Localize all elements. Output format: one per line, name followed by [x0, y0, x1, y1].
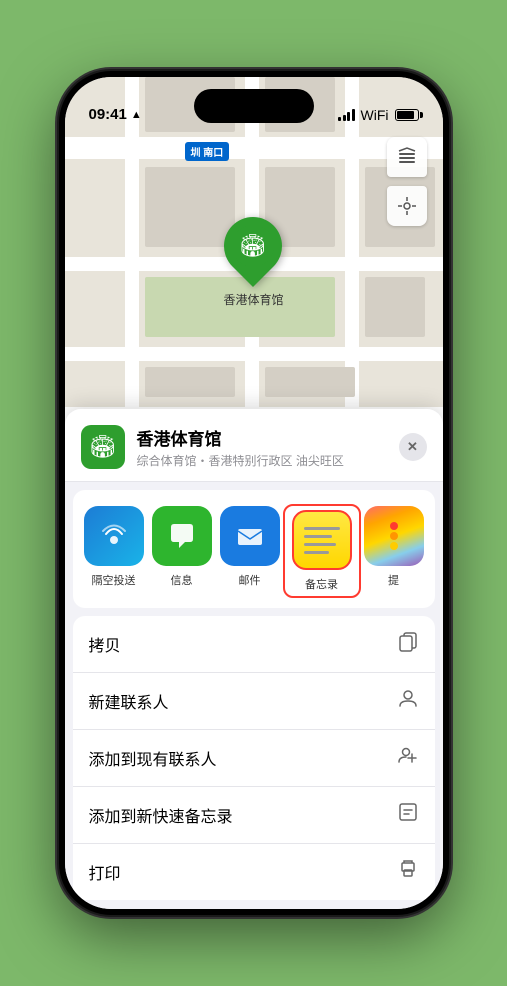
map-controls [387, 137, 427, 226]
battery-icon [395, 109, 419, 121]
print-label: 打印 [89, 860, 121, 884]
add-notes-label: 添加到新快速备忘录 [89, 803, 233, 827]
new-contact-label: 新建联系人 [89, 689, 169, 713]
map-area[interactable]: 圳 南口 🏟 香港体育馆 [65, 77, 443, 457]
phone-screen: 09:41 ▲ WiFi [65, 77, 443, 909]
location-name: 香港体育馆 [137, 425, 387, 450]
dynamic-island [194, 89, 314, 123]
action-list: 拷贝 新建联系人 [73, 616, 435, 900]
metro-label-text: 南口 [203, 148, 223, 159]
airdrop-icon [84, 506, 144, 566]
map-pin: 🏟 香港体育馆 [223, 217, 283, 308]
share-apps-row: 隔空投送 信息 [73, 490, 435, 608]
mail-label: 邮件 [239, 572, 261, 588]
bottom-sheet: 🏟 香港体育馆 综合体育馆・香港特别行政区 油尖旺区 ✕ [65, 409, 443, 909]
status-time: 09:41 ▲ [89, 106, 142, 123]
status-icons: WiFi [338, 107, 419, 123]
add-notes-icon [397, 801, 419, 829]
airdrop-label: 隔空投送 [92, 572, 136, 588]
location-header: 🏟 香港体育馆 综合体育馆・香港特别行政区 油尖旺区 ✕ [65, 409, 443, 482]
add-existing-label: 添加到现有联系人 [89, 746, 217, 770]
close-button[interactable]: ✕ [399, 433, 427, 461]
app-item-messages[interactable]: 信息 [149, 506, 215, 596]
action-new-contact[interactable]: 新建联系人 [73, 673, 435, 730]
location-arrow-icon: ▲ [131, 109, 142, 121]
location-icon: 🏟 [81, 425, 125, 469]
app-item-notes[interactable]: 备忘录 [285, 506, 359, 596]
location-info: 香港体育馆 综合体育馆・香港特别行政区 油尖旺区 [137, 425, 387, 469]
mail-icon [220, 506, 280, 566]
metro-label: 圳 南口 [185, 142, 230, 161]
messages-icon [152, 506, 212, 566]
messages-label: 信息 [171, 572, 193, 588]
notes-label: 备忘录 [305, 576, 338, 592]
action-add-existing[interactable]: 添加到现有联系人 [73, 730, 435, 787]
action-add-notes[interactable]: 添加到新快速备忘录 [73, 787, 435, 844]
more-icon [364, 506, 424, 566]
add-existing-icon [397, 744, 419, 772]
map-location-button[interactable] [387, 186, 427, 226]
location-subtitle: 综合体育馆・香港特别行政区 油尖旺区 [137, 452, 387, 469]
copy-icon [397, 630, 419, 658]
stadium-icon: 🏟 [239, 233, 267, 259]
wifi-icon: WiFi [361, 107, 389, 123]
app-item-more[interactable]: 提 [361, 506, 427, 596]
copy-label: 拷贝 [89, 632, 121, 656]
time-display: 09:41 [89, 106, 127, 123]
notes-icon [292, 510, 352, 570]
metro-icon: 圳 [191, 148, 201, 159]
app-item-airdrop[interactable]: 隔空投送 [81, 506, 147, 596]
print-icon [397, 858, 419, 886]
map-layers-button[interactable] [387, 137, 427, 177]
phone-frame: 09:41 ▲ WiFi [59, 71, 449, 915]
new-contact-icon [397, 687, 419, 715]
action-print[interactable]: 打印 [73, 844, 435, 900]
map-pin-label: 香港体育馆 [223, 291, 283, 308]
app-item-mail[interactable]: 邮件 [217, 506, 283, 596]
action-copy[interactable]: 拷贝 [73, 616, 435, 673]
signal-bars-icon [338, 109, 355, 121]
more-label: 提 [388, 572, 399, 588]
